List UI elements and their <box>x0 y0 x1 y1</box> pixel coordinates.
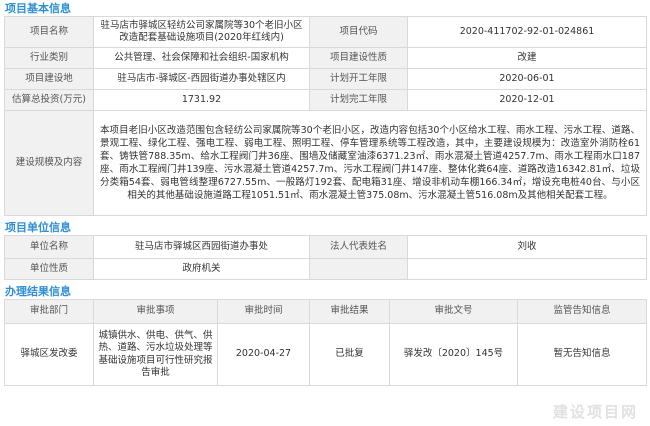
value-approval-result: 已批复 <box>309 323 390 386</box>
column-header: 审批事项 <box>93 299 218 324</box>
value-approval-item: 城镇供水、供电、供气、供热、道路、污水垃圾处理等基础设施项目可行性研究报告审批 <box>93 323 218 386</box>
label-legal-rep: 法人代表姓名 <box>309 235 408 259</box>
label-build-scale: 建设规模及内容 <box>4 110 94 216</box>
label-unit-name: 单位名称 <box>4 235 94 259</box>
value-industry: 公共管理、社会保障和社会组织-国家机构 <box>93 47 310 69</box>
value-approval-dept: 驿城区发改委 <box>4 323 94 386</box>
column-header: 审批文号 <box>389 299 518 324</box>
label-investment: 估算总投资(万元) <box>4 89 94 111</box>
label-industry: 行业类别 <box>4 47 94 69</box>
value-approval-date: 2020-04-27 <box>217 323 310 386</box>
label-build-nature: 项目建设性质 <box>309 47 408 69</box>
result-info-table: 审批部门 审批事项 审批时间 审批结果 审批文号 监管告知信息 驿城区发改委 城… <box>4 299 647 386</box>
table-row: 估算总投资(万元) 1731.92 计划完工年限 2020-12-01 <box>4 89 647 111</box>
table-row: 建设规模及内容 本项目老旧小区改造范围包含轻纺公司家属院等30个老旧小区，改造内… <box>4 110 647 216</box>
watermark: 建设项目网 <box>552 403 638 421</box>
value-investment: 1731.92 <box>93 89 310 111</box>
value-build-scale: 本项目老旧小区改造范围包含轻纺公司家属院等30个老旧小区，改造内容包括30个小区… <box>93 110 647 216</box>
table-row: 项目名称 驻马店市驿城区轻纺公司家属院等30个老旧小区改造配套基础设施项目(20… <box>4 16 647 48</box>
column-header: 审批时间 <box>217 299 310 324</box>
label-end-date: 计划完工年限 <box>309 89 408 111</box>
value-build-nature: 改建 <box>407 47 647 69</box>
value-project-code: 2020-411702-92-01-024861 <box>407 16 647 48</box>
section-title-result: 办理结果信息 <box>5 285 71 298</box>
table-row: 驿城区发改委 城镇供水、供电、供气、供热、道路、污水垃圾处理等基础设施项目可行性… <box>4 323 647 386</box>
label-project-code: 项目代码 <box>309 16 408 48</box>
label-location: 项目建设地 <box>4 68 94 90</box>
label-unit-nature: 单位性质 <box>4 258 94 280</box>
value-unit-name: 驻马店市驿城区西园街道办事处 <box>93 235 310 259</box>
value-approval-doc-no: 驿发改〔2020〕145号 <box>389 323 518 386</box>
value-end-date: 2020-12-01 <box>407 89 647 111</box>
table-header-row: 审批部门 审批事项 审批时间 审批结果 审批文号 监管告知信息 <box>4 299 647 324</box>
label-project-name: 项目名称 <box>4 16 94 48</box>
project-info-table: 项目名称 驻马店市驿城区轻纺公司家属院等30个老旧小区改造配套基础设施项目(20… <box>4 16 647 216</box>
section-title-unit: 项目单位信息 <box>5 221 71 234</box>
table-row: 项目建设地 驻马店市-驿城区-西园街道办事处辖区内 计划开工年限 2020-06… <box>4 68 647 90</box>
column-header: 审批结果 <box>309 299 390 324</box>
empty-cell <box>309 258 408 280</box>
table-row: 单位名称 驻马店市驿城区西园街道办事处 法人代表姓名 刘收 <box>4 235 647 259</box>
value-legal-rep: 刘收 <box>407 235 647 259</box>
value-location: 驻马店市-驿城区-西园街道办事处辖区内 <box>93 68 310 90</box>
column-header: 审批部门 <box>4 299 94 324</box>
section-title-project: 项目基本信息 <box>5 2 71 15</box>
value-supervision-info: 暂无告知信息 <box>517 323 647 386</box>
label-start-date: 计划开工年限 <box>309 68 408 90</box>
column-header: 监管告知信息 <box>517 299 647 324</box>
value-project-name: 驻马店市驿城区轻纺公司家属院等30个老旧小区改造配套基础设施项目(2020年红线… <box>93 16 310 48</box>
value-unit-nature: 政府机关 <box>93 258 310 280</box>
value-start-date: 2020-06-01 <box>407 68 647 90</box>
table-row: 单位性质 政府机关 <box>4 258 647 280</box>
empty-cell <box>407 258 647 280</box>
unit-info-table: 单位名称 驻马店市驿城区西园街道办事处 法人代表姓名 刘收 单位性质 政府机关 <box>4 235 647 280</box>
table-row: 行业类别 公共管理、社会保障和社会组织-国家机构 项目建设性质 改建 <box>4 47 647 69</box>
page: 项目基本信息 项目名称 驻马店市驿城区轻纺公司家属院等30个老旧小区改造配套基础… <box>0 0 650 426</box>
